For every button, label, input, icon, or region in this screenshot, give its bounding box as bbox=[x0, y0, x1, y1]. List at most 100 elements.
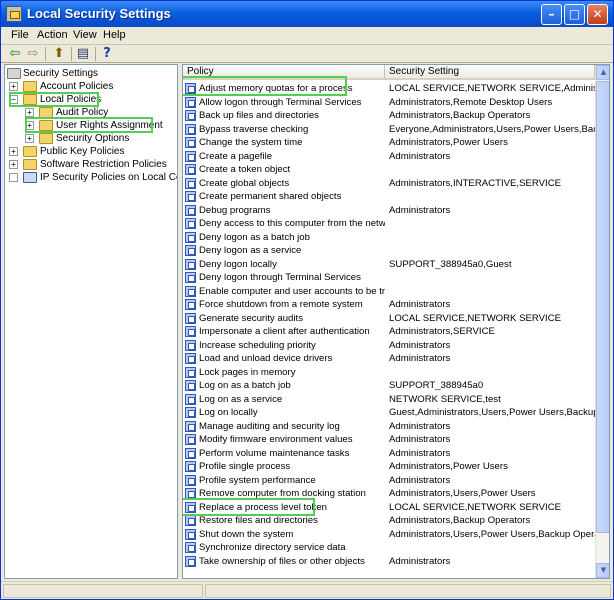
policy-row[interactable]: Take ownership of files or other objects… bbox=[183, 555, 595, 569]
menu-action[interactable]: Action bbox=[37, 29, 68, 41]
policy-icon bbox=[185, 285, 196, 297]
policy-row[interactable]: Impersonate a client after authenticatio… bbox=[183, 325, 595, 339]
policy-row[interactable]: Deny access to this computer from the ne… bbox=[183, 217, 595, 231]
policy-name: Bypass traverse checking bbox=[199, 123, 309, 135]
policy-name: Create permanent shared objects bbox=[199, 191, 342, 202]
policy-name: Deny logon as a batch job bbox=[199, 231, 310, 243]
security-setting-value: Administrators bbox=[389, 434, 451, 445]
security-setting-value: Administrators,Users,Power Users,Backup … bbox=[389, 528, 595, 540]
expand-icon[interactable]: + bbox=[25, 134, 34, 143]
policy-row[interactable]: Load and unload device drivers Administra… bbox=[183, 352, 595, 366]
policy-name: Manage auditing and security log bbox=[199, 420, 340, 432]
security-setting-value: Administrators bbox=[389, 420, 451, 432]
policy-icon bbox=[185, 447, 196, 459]
scroll-down-button[interactable]: ▼ bbox=[596, 563, 609, 578]
vertical-scrollbar[interactable]: ▲ ▼ bbox=[595, 65, 609, 578]
policy-name: Increase scheduling priority bbox=[199, 339, 316, 351]
tree-item-label: Software Restriction Policies bbox=[40, 159, 167, 170]
highlight-replace-process-level-token bbox=[183, 498, 315, 516]
policy-name: Log on as a batch job bbox=[199, 380, 291, 391]
policy-icon bbox=[185, 191, 196, 202]
menu-view[interactable]: View bbox=[73, 29, 97, 41]
policy-name: Debug programs bbox=[199, 204, 271, 216]
policy-icon bbox=[185, 245, 196, 256]
security-setting-value: Administrators,Power Users bbox=[389, 137, 508, 148]
security-setting-value: Administrators bbox=[389, 474, 451, 486]
policy-row[interactable]: Deny logon locally SUPPORT_388945a0,Guest bbox=[183, 258, 595, 272]
export-list-icon[interactable]: ▤ bbox=[75, 46, 91, 62]
status-pane bbox=[3, 584, 203, 598]
help-icon[interactable]: ? bbox=[99, 46, 115, 62]
expand-icon[interactable]: + bbox=[9, 147, 18, 156]
policy-row[interactable]: Debug programs Administrators bbox=[183, 204, 595, 218]
policy-row[interactable]: Force shutdown from a remote system Admin… bbox=[183, 298, 595, 312]
policy-name: Restore files and directories bbox=[199, 515, 318, 526]
policy-icon bbox=[185, 353, 196, 364]
policy-name: Modify firmware environment values bbox=[199, 434, 353, 445]
policy-icon bbox=[185, 555, 196, 567]
policy-row[interactable]: Increase scheduling priority Administrato… bbox=[183, 339, 595, 353]
ip-security-icon bbox=[23, 172, 37, 183]
policy-row[interactable]: Generate security audits LOCAL SERVICE,NE… bbox=[183, 312, 595, 326]
expand-icon[interactable]: + bbox=[25, 108, 34, 117]
policy-row[interactable]: Back up files and directories Administrat… bbox=[183, 109, 595, 123]
folder-icon bbox=[23, 146, 37, 157]
policy-row[interactable]: Modify firmware environment values Admini… bbox=[183, 433, 595, 447]
policy-icon bbox=[185, 164, 196, 175]
security-setting-value: Administrators bbox=[389, 447, 451, 459]
policy-row[interactable]: Create global objects Administrators,INTE… bbox=[183, 177, 595, 191]
expand-icon[interactable]: + bbox=[9, 82, 18, 91]
policy-icon bbox=[185, 380, 196, 391]
policy-name: Load and unload device drivers bbox=[199, 353, 333, 364]
policy-row[interactable]: Profile system performance Administrators bbox=[183, 474, 595, 488]
tree-pane: Security Settings + Account Policies − L… bbox=[4, 64, 178, 579]
maximize-button[interactable]: □ bbox=[564, 4, 585, 25]
menu-file[interactable]: File bbox=[11, 29, 29, 41]
policy-row[interactable]: Lock pages in memory bbox=[183, 366, 595, 380]
expand-icon[interactable] bbox=[9, 173, 18, 182]
minimize-button[interactable]: – bbox=[541, 4, 562, 25]
policy-row[interactable]: Enable computer and user accounts to be … bbox=[183, 285, 595, 299]
policy-row[interactable]: Create a token object bbox=[183, 163, 595, 177]
policy-row[interactable]: Profile single process Administrators,Pow… bbox=[183, 460, 595, 474]
policy-row[interactable]: Deny logon as a batch job bbox=[183, 231, 595, 245]
policy-row[interactable]: Create permanent shared objects bbox=[183, 190, 595, 204]
policy-icon bbox=[185, 231, 196, 243]
forward-icon[interactable]: ⇨ bbox=[25, 46, 41, 62]
title-bar[interactable]: Local Security Settings – □ ✕ bbox=[1, 1, 613, 27]
scroll-up-button[interactable]: ▲ bbox=[596, 65, 609, 80]
policy-row[interactable]: Allow logon through Terminal Services Adm… bbox=[183, 96, 595, 110]
policy-row[interactable]: Create a pagefile Administrators bbox=[183, 150, 595, 164]
policy-row[interactable]: Restore files and directories Administrat… bbox=[183, 514, 595, 528]
policy-name: Log on locally bbox=[199, 407, 258, 418]
security-setting-value: Administrators bbox=[389, 353, 451, 364]
policy-row[interactable]: Deny logon as a service bbox=[183, 244, 595, 258]
policy-icon bbox=[185, 474, 196, 486]
folder-icon bbox=[23, 159, 37, 170]
back-icon[interactable]: ⇦ bbox=[7, 46, 23, 62]
policy-row[interactable]: Perform volume maintenance tasks Administ… bbox=[183, 447, 595, 461]
policy-name: Enable computer and user accounts to be … bbox=[199, 285, 385, 297]
policy-row[interactable]: Manage auditing and security log Administ… bbox=[183, 420, 595, 434]
policy-row[interactable]: Log on locally Guest,Administrators,Users… bbox=[183, 406, 595, 420]
expand-icon[interactable]: + bbox=[9, 160, 18, 169]
policy-row[interactable]: Synchronize directory service data bbox=[183, 541, 595, 555]
security-setting-value: Administrators,Users,Power Users bbox=[389, 488, 536, 499]
scroll-thumb[interactable] bbox=[596, 81, 609, 533]
policy-name: Create a pagefile bbox=[199, 150, 273, 162]
toolbar-separator bbox=[71, 47, 72, 61]
close-button[interactable]: ✕ bbox=[587, 4, 608, 25]
policy-row[interactable]: Log on as a batch job SUPPORT_388945a0 bbox=[183, 379, 595, 393]
up-one-level-icon[interactable]: ⬆ bbox=[51, 46, 67, 62]
column-header-security-setting[interactable]: Security Setting bbox=[385, 65, 595, 80]
menu-help[interactable]: Help bbox=[103, 29, 126, 41]
policy-row[interactable]: Change the system time Administrators,Pow… bbox=[183, 136, 595, 150]
policy-icon bbox=[185, 515, 196, 526]
policy-row[interactable]: Shut down the system Administrators,Users… bbox=[183, 528, 595, 542]
policy-row[interactable]: Log on as a service NETWORK SERVICE,test bbox=[183, 393, 595, 407]
security-setting-value: LOCAL SERVICE,NETWORK SERVICE,Administra… bbox=[389, 83, 595, 94]
security-setting-value: Administrators,Backup Operators bbox=[389, 110, 531, 121]
security-settings-icon bbox=[7, 68, 21, 79]
policy-row[interactable]: Bypass traverse checking Everyone,Adminis… bbox=[183, 123, 595, 137]
policy-row[interactable]: Deny logon through Terminal Services bbox=[183, 271, 595, 285]
